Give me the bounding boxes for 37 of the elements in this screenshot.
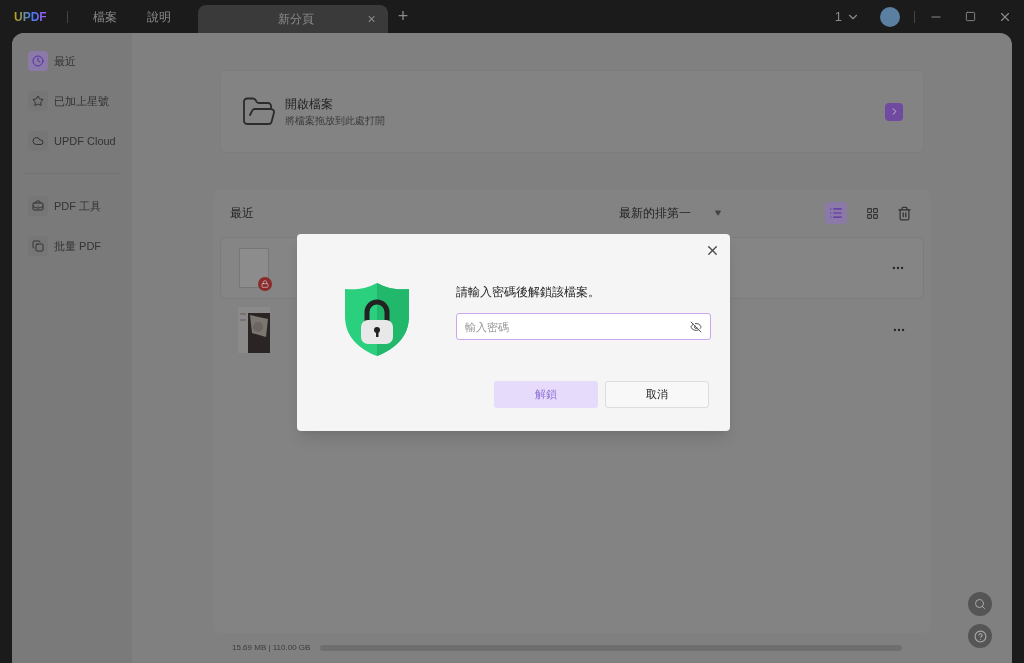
new-tab-button[interactable]: + xyxy=(397,3,409,30)
avatar[interactable] xyxy=(880,6,900,27)
section-title: 最近 xyxy=(230,205,254,222)
star-icon xyxy=(32,95,44,107)
cloud-icon xyxy=(32,135,44,147)
document-tab[interactable]: 新分頁 × xyxy=(197,5,388,33)
locked-file-icon xyxy=(239,248,269,288)
shield-lock-icon xyxy=(344,282,410,357)
search-icon xyxy=(974,598,986,610)
grid-icon xyxy=(865,206,879,220)
maximize-icon[interactable] xyxy=(965,11,976,22)
sidebar-item[interactable]: 已加上星號 xyxy=(28,91,116,111)
search-button[interactable] xyxy=(968,592,992,616)
sidebar-item[interactable]: 最近 xyxy=(28,51,116,71)
page-count[interactable]: 1 xyxy=(834,6,842,27)
list-icon xyxy=(829,206,843,220)
sidebar-item[interactable]: PDF 工具 xyxy=(28,196,116,216)
sidebar-item[interactable]: 批量 PDF xyxy=(28,236,116,256)
sidebar-item[interactable]: UPDF Cloud xyxy=(28,131,116,151)
menu-item[interactable]: 說明 xyxy=(131,7,186,26)
close-icon[interactable] xyxy=(705,243,720,258)
tab-close[interactable]: × xyxy=(367,8,376,30)
caret-icon xyxy=(715,210,721,216)
help-button[interactable] xyxy=(968,624,992,648)
sort-dropdown[interactable]: 最新的排第一 xyxy=(619,204,721,222)
dialog-message: 請輸入密碼後解鎖該檔案。 xyxy=(456,284,600,301)
open-file-title: 開啟檔案 xyxy=(285,96,334,113)
help-icon xyxy=(973,629,987,643)
tab-title: 新分頁 xyxy=(277,11,314,28)
briefcase-icon xyxy=(32,200,44,212)
copies-icon xyxy=(32,240,44,252)
password-field[interactable]: 輸入密碼 xyxy=(456,313,711,340)
menu-item[interactable]: 檔案 xyxy=(77,7,132,26)
hidden-eye-icon[interactable] xyxy=(690,321,702,333)
clock-icon xyxy=(32,55,44,67)
trash-icon[interactable] xyxy=(897,205,912,221)
cancel-button[interactable]: 取消 xyxy=(605,381,709,408)
